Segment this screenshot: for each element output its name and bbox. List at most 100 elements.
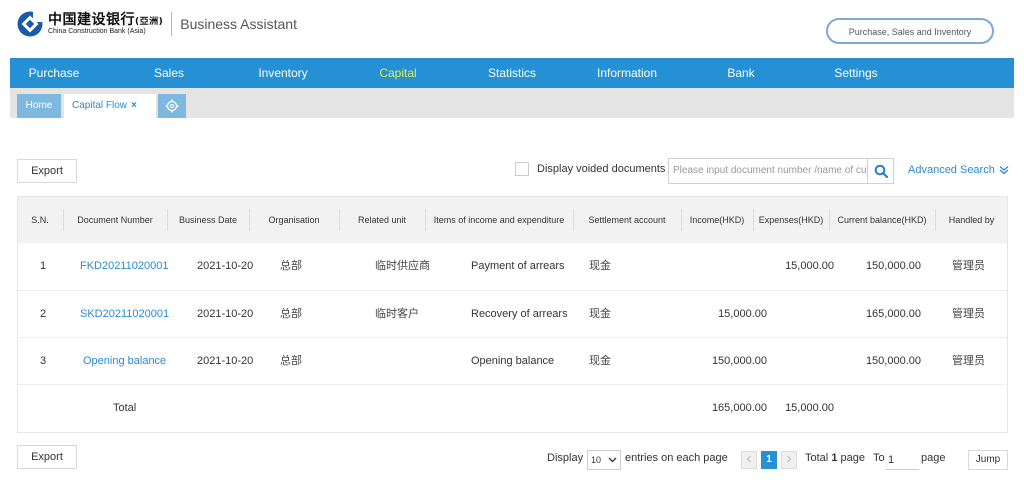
tab-settings-button[interactable]: [158, 94, 186, 118]
gear-icon: [165, 99, 179, 113]
cell-business-date: 2021-10-20: [197, 260, 254, 272]
close-icon[interactable]: ×: [131, 100, 137, 111]
nav-item-bank[interactable]: Bank: [710, 58, 772, 88]
cell-current-balance: 150,000.00: [865, 355, 921, 367]
total-label: Total: [113, 402, 137, 414]
brand-name-cn: 中国建设银行: [48, 12, 135, 28]
col-header-related-unit: Related unit: [357, 215, 407, 225]
cell-related-unit: 临时客户: [375, 307, 419, 320]
search-input[interactable]: Please input document number /name of cu: [668, 158, 868, 184]
cell-organisation: 总部: [280, 259, 302, 272]
cell-expenses: 15,000.00: [785, 260, 834, 272]
nav-item-sales[interactable]: Sales: [128, 58, 210, 88]
col-header-sn: S.N.: [31, 215, 49, 225]
cell-sn: 3: [40, 355, 47, 367]
document-number-link[interactable]: Opening balance: [83, 338, 166, 384]
next-page-button[interactable]: [781, 451, 797, 469]
search-button[interactable]: [867, 158, 894, 184]
cell-settlement-account: 现金: [589, 354, 611, 367]
cell-sn: 2: [40, 308, 47, 320]
export-button-bottom[interactable]: Export: [17, 445, 77, 469]
module-switch-button[interactable]: Purchase, Sales and Inventory: [826, 18, 994, 44]
main-nav: Purchase Sales Inventory Capital Statist…: [10, 58, 1014, 88]
cell-business-date: 2021-10-20: [197, 308, 254, 320]
nav-item-information[interactable]: Information: [582, 58, 672, 88]
cell-item: Recovery of arrears: [471, 308, 568, 320]
ccb-logo-icon: [17, 11, 44, 37]
cell-income: 15,000.00: [718, 308, 767, 320]
entries-label: entries on each page: [625, 452, 728, 464]
col-header-income: Income(HKD): [689, 215, 745, 225]
tab-home[interactable]: Home: [17, 94, 61, 118]
cell-handled-by: 管理员: [952, 354, 985, 367]
table-total-row: Total 165,000.00 15,000.00: [18, 384, 1007, 432]
goto-label: To: [873, 452, 885, 464]
table-row[interactable]: 2 SKD20211020001 2021-10-20 总部 临时客户 Reco…: [18, 290, 1007, 337]
chevron-down-icon: [608, 457, 617, 463]
cell-business-date: 2021-10-20: [197, 355, 254, 367]
tabs-bar: Home Capital Flow ×: [10, 88, 1014, 118]
page-label: page: [921, 452, 946, 464]
page-number-button[interactable]: 1: [761, 451, 777, 469]
header: 中国建设银行(亞洲) China Construction Bank (Asia…: [0, 0, 1024, 56]
page-size-value: 10: [591, 455, 602, 465]
total-pages-count: 1: [831, 452, 838, 464]
col-header-handled-by: Handled by: [948, 215, 995, 225]
chevron-double-down-icon: [999, 166, 1009, 175]
display-voided-checkbox[interactable]: [515, 162, 529, 176]
col-header-organisation: Organisation: [268, 215, 320, 225]
advanced-search-label: Advanced Search: [908, 164, 995, 176]
cell-current-balance: 165,000.00: [865, 308, 921, 320]
brand-name-en: China Construction Bank (Asia): [48, 28, 146, 35]
table-header: S.N. Document Number Business Date Organ…: [18, 197, 1007, 243]
total-pages-text: Total 1 page: [805, 452, 865, 464]
brand-logo[interactable]: 中国建设银行(亞洲) China Construction Bank (Asia…: [16, 10, 297, 38]
total-income: 165,000.00: [711, 402, 767, 414]
cell-current-balance: 150,000.00: [865, 260, 921, 272]
col-header-expenses: Expenses(HKD): [758, 215, 824, 225]
advanced-search-link[interactable]: Advanced Search: [908, 164, 1009, 176]
tab-capital-flow-label: Capital Flow: [72, 100, 128, 111]
chevron-left-icon: [746, 455, 751, 463]
nav-item-purchase[interactable]: Purchase: [10, 58, 98, 88]
col-header-document-number: Document Number: [77, 215, 153, 225]
cell-settlement-account: 现金: [589, 259, 611, 272]
cell-sn: 1: [40, 260, 47, 272]
cell-handled-by: 管理员: [952, 307, 985, 320]
cell-related-unit: 临时供应商: [375, 259, 430, 272]
cell-handled-by: 管理员: [952, 259, 985, 272]
total-prefix: Total: [805, 452, 829, 464]
total-suffix: page: [840, 452, 865, 464]
total-expenses: 15,000.00: [785, 402, 834, 414]
display-label: Display: [547, 452, 584, 464]
nav-item-settings[interactable]: Settings: [816, 58, 896, 88]
col-header-settlement-account: Settlement account: [588, 215, 666, 225]
nav-item-capital[interactable]: Capital: [358, 58, 438, 88]
brand-name-cn-suffix: (亞洲): [135, 17, 164, 27]
display-voided-toggle[interactable]: Display voided documents: [515, 162, 665, 176]
table-row[interactable]: 1 FKD20211020001 2021-10-20 总部 临时供应商 Pay…: [18, 243, 1007, 290]
chevron-right-icon: [787, 455, 792, 463]
cell-organisation: 总部: [280, 354, 302, 367]
document-number-link[interactable]: FKD20211020001: [80, 243, 168, 289]
col-header-current-balance: Current balance(HKD): [837, 215, 927, 225]
cell-organisation: 总部: [280, 307, 302, 320]
document-number-link[interactable]: SKD20211020001: [80, 291, 169, 337]
cell-item: Opening balance: [471, 355, 555, 367]
table-row[interactable]: 3 Opening balance 2021-10-20 总部 Opening …: [18, 337, 1007, 384]
export-button[interactable]: Export: [17, 159, 77, 183]
cell-item: Payment of arrears: [471, 260, 565, 272]
nav-item-inventory[interactable]: Inventory: [238, 58, 328, 88]
cell-settlement-account: 现金: [589, 307, 611, 320]
col-header-items: Items of income and expenditure: [433, 215, 565, 225]
logo-divider: [171, 12, 173, 36]
nav-item-statistics[interactable]: Statistics: [470, 58, 554, 88]
tab-capital-flow[interactable]: Capital Flow ×: [64, 94, 156, 118]
goto-page-input[interactable]: 1: [885, 450, 919, 470]
display-voided-label: Display voided documents: [537, 163, 666, 175]
prev-page-button[interactable]: [741, 451, 757, 469]
page-size-select[interactable]: 10: [587, 450, 621, 470]
capital-flow-table: S.N. Document Number Business Date Organ…: [17, 196, 1008, 433]
jump-button[interactable]: Jump: [968, 450, 1008, 470]
col-header-business-date: Business Date: [178, 215, 238, 225]
